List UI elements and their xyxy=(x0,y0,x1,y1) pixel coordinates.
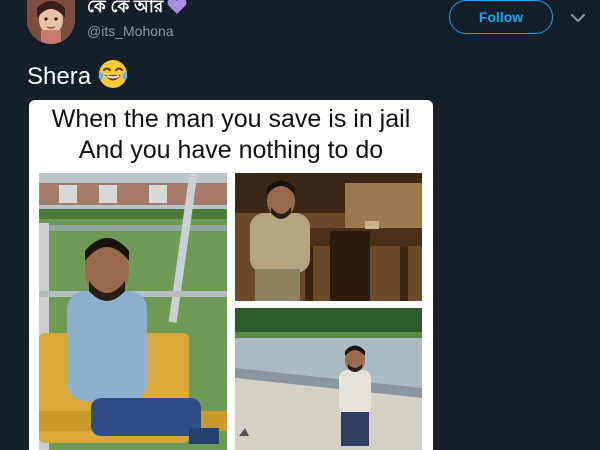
tweet: কে কে আর @its_Mohona Follow Shera When t… xyxy=(0,0,600,450)
tears-of-joy-emoji-icon xyxy=(97,58,129,99)
tweet-text: Shera xyxy=(27,58,129,99)
tweet-text-content: Shera xyxy=(27,63,92,90)
avatar-image xyxy=(27,0,75,44)
chevron-down-icon[interactable] xyxy=(568,8,588,28)
meme-panel-pool xyxy=(235,308,422,450)
meme-caption-line-1: When the man you save is in jail xyxy=(51,105,411,133)
meme-caption: When the man you save is in jail And you… xyxy=(29,104,433,166)
display-name[interactable]: কে কে আর xyxy=(87,0,187,20)
purple-heart-icon xyxy=(167,0,187,20)
meme-caption-line-2: And you have nothing to do xyxy=(78,136,384,164)
follow-button[interactable]: Follow xyxy=(449,0,553,34)
avatar[interactable] xyxy=(27,0,75,44)
meme-panel-swing xyxy=(39,173,227,450)
tweet-image[interactable]: When the man you save is in jail And you… xyxy=(29,100,433,450)
user-handle[interactable]: @its_Mohona xyxy=(87,22,174,40)
display-name-text: কে কে আর xyxy=(87,0,164,16)
meme-panel-office xyxy=(235,173,422,301)
